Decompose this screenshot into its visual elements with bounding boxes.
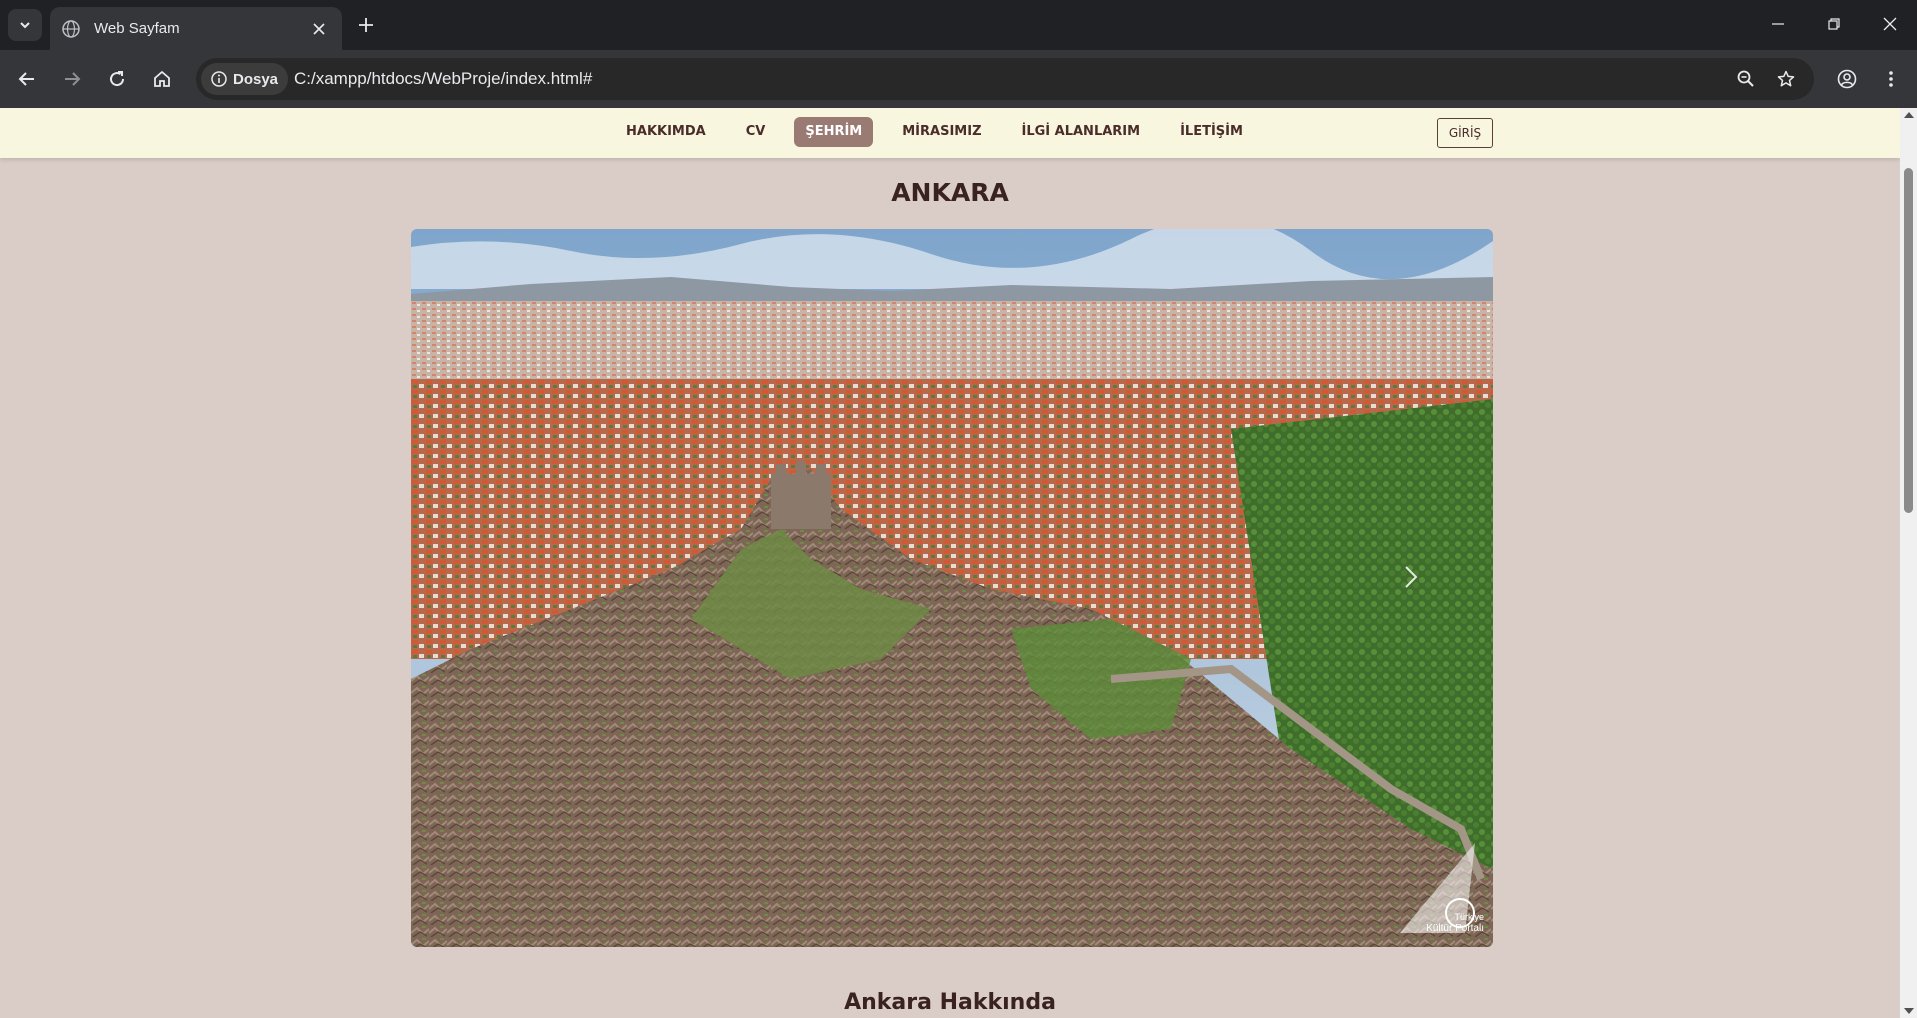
tab-search-button[interactable]	[8, 9, 42, 41]
back-button[interactable]	[10, 62, 44, 96]
restore-icon	[1828, 18, 1840, 30]
page-scrollbar[interactable]	[1900, 108, 1917, 1018]
profile-button[interactable]	[1830, 62, 1864, 96]
nav-link-5[interactable]: İLETİŞİM	[1169, 117, 1254, 147]
nav-link-3[interactable]: MİRASIMIZ	[891, 117, 992, 147]
kebab-menu-icon	[1889, 71, 1893, 87]
scroll-up-arrow-icon[interactable]	[1904, 112, 1914, 118]
nav-link-2[interactable]: ŞEHRİM	[794, 117, 874, 147]
url-text[interactable]: C:/xampp/htdocs/WebProje/index.html#	[294, 58, 592, 100]
nav-link-0[interactable]: HAKKIMDA	[615, 117, 717, 147]
nav-link-4[interactable]: İLGİ ALANLARIM	[1011, 117, 1152, 147]
bookmark-button[interactable]	[1770, 63, 1802, 95]
reload-button[interactable]	[100, 62, 134, 96]
globe-icon	[62, 19, 80, 38]
watermark-line1: Türkiye	[1454, 912, 1484, 922]
browser-tab[interactable]: Web Sayfam	[50, 7, 342, 50]
info-icon	[211, 71, 227, 87]
minimize-icon	[1772, 23, 1784, 25]
site-navbar: HAKKIMDA CV ŞEHRİM MİRASIMIZ İLGİ ALANLARIM İ…	[0, 108, 1900, 158]
browser-menu-button[interactable]	[1874, 62, 1908, 96]
window-close-button[interactable]	[1862, 0, 1917, 48]
close-icon	[1883, 17, 1897, 31]
arrow-left-icon	[18, 72, 34, 86]
city-image-carousel	[411, 229, 1493, 947]
nav-link-1[interactable]: CV	[735, 117, 777, 147]
ankara-castle-photo	[411, 229, 1493, 947]
browser-toolbar: Dosya C:/xampp/htdocs/WebProje/index.htm…	[0, 50, 1917, 108]
nav-links: HAKKIMDA CV ŞEHRİM MİRASIMIZ İLGİ ALANLARIM İ…	[615, 117, 1272, 147]
page-title: ANKARA	[891, 178, 1009, 207]
chevron-down-icon	[20, 22, 30, 29]
zoom-out-icon	[1737, 70, 1754, 87]
reload-icon	[110, 71, 125, 87]
restore-button[interactable]	[1806, 0, 1862, 48]
carousel-next-button[interactable]	[1391, 557, 1431, 597]
arrow-right-icon	[65, 72, 81, 86]
new-tab-button[interactable]	[352, 11, 380, 39]
security-chip-label: Dosya	[233, 70, 279, 88]
profile-icon	[1837, 69, 1857, 89]
zoom-button[interactable]	[1730, 63, 1762, 95]
close-icon	[313, 22, 325, 35]
forward-button[interactable]	[55, 62, 89, 96]
minimize-button[interactable]	[1750, 0, 1806, 48]
tab-title: Web Sayfam	[94, 20, 180, 37]
star-icon	[1777, 70, 1795, 87]
watermark-line2: Kültür Portalı	[1426, 923, 1484, 934]
page-viewport: HAKKIMDA CV ŞEHRİM MİRASIMIZ İLGİ ALANLARIM İ…	[0, 108, 1900, 1018]
site-info-chip[interactable]: Dosya	[201, 63, 289, 95]
home-button[interactable]	[145, 62, 179, 96]
kultur-portali-watermark: Türkiye Kültür Portalı	[1380, 838, 1490, 948]
browser-titlebar: Web Sayfam	[0, 0, 1917, 50]
section-title: Ankara Hakkında	[844, 990, 1056, 1015]
kultur-portali-logo: Türkiye Kültür Portalı	[1400, 843, 1484, 934]
address-bar[interactable]: Dosya C:/xampp/htdocs/WebProje/index.htm…	[196, 58, 1814, 100]
scroll-thumb[interactable]	[1904, 168, 1913, 513]
tab-close-button[interactable]	[308, 18, 330, 40]
chevron-right-icon	[1405, 566, 1418, 588]
login-button[interactable]: GİRİŞ	[1437, 118, 1493, 148]
scroll-down-arrow-icon[interactable]	[1904, 1008, 1914, 1014]
home-icon	[154, 70, 170, 87]
plus-icon	[359, 18, 373, 32]
